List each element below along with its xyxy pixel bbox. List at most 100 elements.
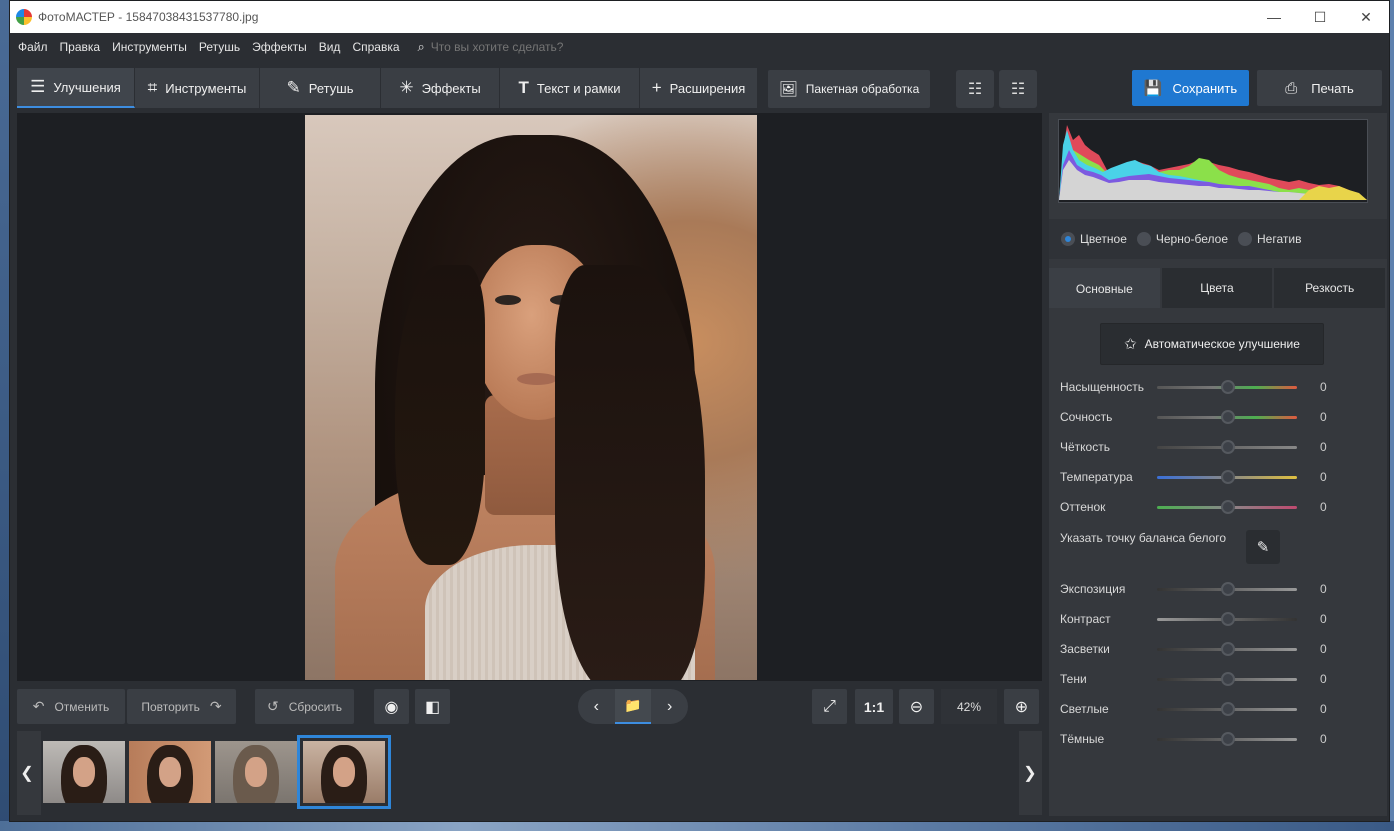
zoom-in-button[interactable]: ⊕ xyxy=(1004,689,1039,724)
clarity-track[interactable] xyxy=(1157,439,1297,454)
undo-arrow-icon: ↶ xyxy=(32,698,45,714)
compare-button[interactable]: ◧ xyxy=(415,689,450,724)
highlights-track[interactable] xyxy=(1157,641,1297,656)
search-input[interactable] xyxy=(430,40,631,54)
add-preset-button[interactable]: ☷ xyxy=(956,70,994,108)
thumbnail-4-selected[interactable] xyxy=(297,735,391,809)
exposure-knob[interactable] xyxy=(1221,581,1235,596)
highlights-knob[interactable] xyxy=(1221,641,1235,656)
menu-edit[interactable]: Правка xyxy=(60,40,101,54)
contrast-knob[interactable] xyxy=(1221,611,1235,626)
search-icon: ⌕ xyxy=(417,39,425,54)
zoom-level[interactable]: 42% xyxy=(941,689,997,724)
menu-effects[interactable]: Эффекты xyxy=(252,40,307,54)
tab-enhance[interactable]: ☰ Улучшения xyxy=(17,68,135,108)
load-preset-button[interactable]: ☷ xyxy=(999,70,1037,108)
chevron-left-icon: ‹ xyxy=(593,697,599,715)
fit-to-screen-button[interactable]: ⤢ xyxy=(812,689,847,724)
save-button[interactable]: 💾 Сохранить xyxy=(1132,70,1249,106)
reset-icon: ↺ xyxy=(266,698,279,714)
open-folder-button[interactable]: 📁 xyxy=(614,689,652,724)
zoom-out-button[interactable]: ⊖ xyxy=(899,689,934,724)
actual-size-button[interactable]: 1:1 xyxy=(855,689,893,724)
tab-colors[interactable]: Цвета xyxy=(1161,268,1273,308)
title-bar: ФотоМАСТЕР - 15847038431537780.jpg — ☐ ✕ xyxy=(10,1,1389,33)
tab-effects[interactable]: ✳ Эффекты xyxy=(381,68,500,108)
filmstrip-next-button[interactable]: ❯ xyxy=(1020,731,1040,815)
redo-arrow-icon: ↷ xyxy=(209,698,222,714)
mode-bw-radio[interactable]: Черно-белое xyxy=(1136,232,1228,246)
desktop-background-right xyxy=(1390,0,1394,831)
tab-tools[interactable]: ⌗ Инструменты xyxy=(135,68,260,108)
clarity-knob[interactable] xyxy=(1221,439,1235,454)
slider-tint: Оттенок 0 xyxy=(1060,499,1327,514)
sliders-download-icon: ☷ xyxy=(1010,81,1026,98)
thumbnail-1[interactable] xyxy=(43,741,125,803)
plus-icon: + xyxy=(651,78,662,97)
auto-enhance-button[interactable]: ✩ Автоматическое улучшение xyxy=(1100,323,1324,365)
filmstrip-prev-button[interactable]: ❮ xyxy=(17,731,37,815)
print-button[interactable]: ⎙ Печать xyxy=(1257,70,1382,106)
tint-track[interactable] xyxy=(1157,499,1297,514)
thumbnail-2[interactable] xyxy=(129,741,211,803)
next-image-button[interactable]: › xyxy=(651,689,688,724)
tab-basic[interactable]: Основные xyxy=(1049,268,1160,308)
main-toolbar: ☰ Улучшения ⌗ Инструменты ✎ Ретушь ✳ Эфф… xyxy=(17,68,758,108)
adjustments-panel: Цветное Черно-белое Негатив Основные Цве… xyxy=(1049,113,1387,816)
mode-negative-radio[interactable]: Негатив xyxy=(1238,232,1301,246)
mode-color-radio[interactable]: Цветное xyxy=(1061,232,1127,246)
slider-whites: Светлые 0 xyxy=(1060,701,1327,716)
undo-button[interactable]: ↶ Отменить xyxy=(17,689,125,724)
whites-knob[interactable] xyxy=(1221,701,1235,716)
batch-processing-button[interactable]: 🖼 Пакетная обработка xyxy=(768,70,930,108)
temperature-track[interactable] xyxy=(1157,469,1297,484)
blacks-track[interactable] xyxy=(1157,731,1297,746)
menu-retouch[interactable]: Ретушь xyxy=(199,40,240,54)
shadows-track[interactable] xyxy=(1157,671,1297,686)
close-button[interactable]: ✕ xyxy=(1343,1,1389,33)
sliders-icon: ☰ xyxy=(30,77,46,96)
shadows-knob[interactable] xyxy=(1221,671,1235,686)
menu-file[interactable]: Файл xyxy=(18,40,48,54)
tab-retouch[interactable]: ✎ Ретушь xyxy=(260,68,381,108)
brush-icon: ✎ xyxy=(286,78,301,97)
exposure-track[interactable] xyxy=(1157,581,1297,596)
stars-icon: ✩ xyxy=(1124,336,1137,353)
thumbnail-3[interactable] xyxy=(215,741,297,803)
chevron-right-icon: › xyxy=(667,697,673,715)
menu-tools[interactable]: Инструменты xyxy=(112,40,187,54)
slider-shadows: Тени 0 xyxy=(1060,671,1327,686)
reset-button[interactable]: ↺ Сбросить xyxy=(255,689,354,724)
vibrance-track[interactable] xyxy=(1157,409,1297,424)
contrast-track[interactable] xyxy=(1157,611,1297,626)
minimize-button[interactable]: — xyxy=(1251,1,1297,33)
image-canvas[interactable] xyxy=(17,113,1042,681)
menu-help[interactable]: Справка xyxy=(352,40,399,54)
photo-preview xyxy=(305,115,757,680)
previous-image-button[interactable]: ‹ xyxy=(578,689,615,724)
slider-blacks: Тёмные 0 xyxy=(1060,731,1327,746)
saturation-track[interactable] xyxy=(1157,379,1297,394)
tab-text-frames[interactable]: T Текст и рамки xyxy=(500,68,640,108)
expand-icon: ⤢ xyxy=(823,697,836,715)
preview-toggle-button[interactable]: ◉ xyxy=(374,689,409,724)
tint-knob[interactable] xyxy=(1221,499,1235,514)
radio-icon xyxy=(1136,232,1151,246)
temperature-knob[interactable] xyxy=(1221,469,1235,484)
white-balance-picker-button[interactable]: ✎ xyxy=(1246,530,1280,564)
menu-view[interactable]: Вид xyxy=(319,40,341,54)
maximize-button[interactable]: ☐ xyxy=(1297,1,1343,33)
tab-sharpness[interactable]: Резкость xyxy=(1274,268,1386,308)
tab-extensions[interactable]: + Расширения xyxy=(640,68,758,108)
saturation-knob[interactable] xyxy=(1221,379,1235,394)
app-logo-icon xyxy=(16,9,32,25)
folder-icon: 📁 xyxy=(624,697,642,713)
window-title: ФотоМАСТЕР - 15847038431537780.jpg xyxy=(38,10,259,24)
chevron-right-icon: ❯ xyxy=(1023,765,1037,782)
vibrance-knob[interactable] xyxy=(1221,409,1235,424)
blacks-knob[interactable] xyxy=(1221,731,1235,746)
redo-button[interactable]: Повторить ↷ xyxy=(127,689,236,724)
floppy-disk-icon: 💾 xyxy=(1143,80,1163,97)
whites-track[interactable] xyxy=(1157,701,1297,716)
slider-clarity: Чёткость 0 xyxy=(1060,439,1327,454)
